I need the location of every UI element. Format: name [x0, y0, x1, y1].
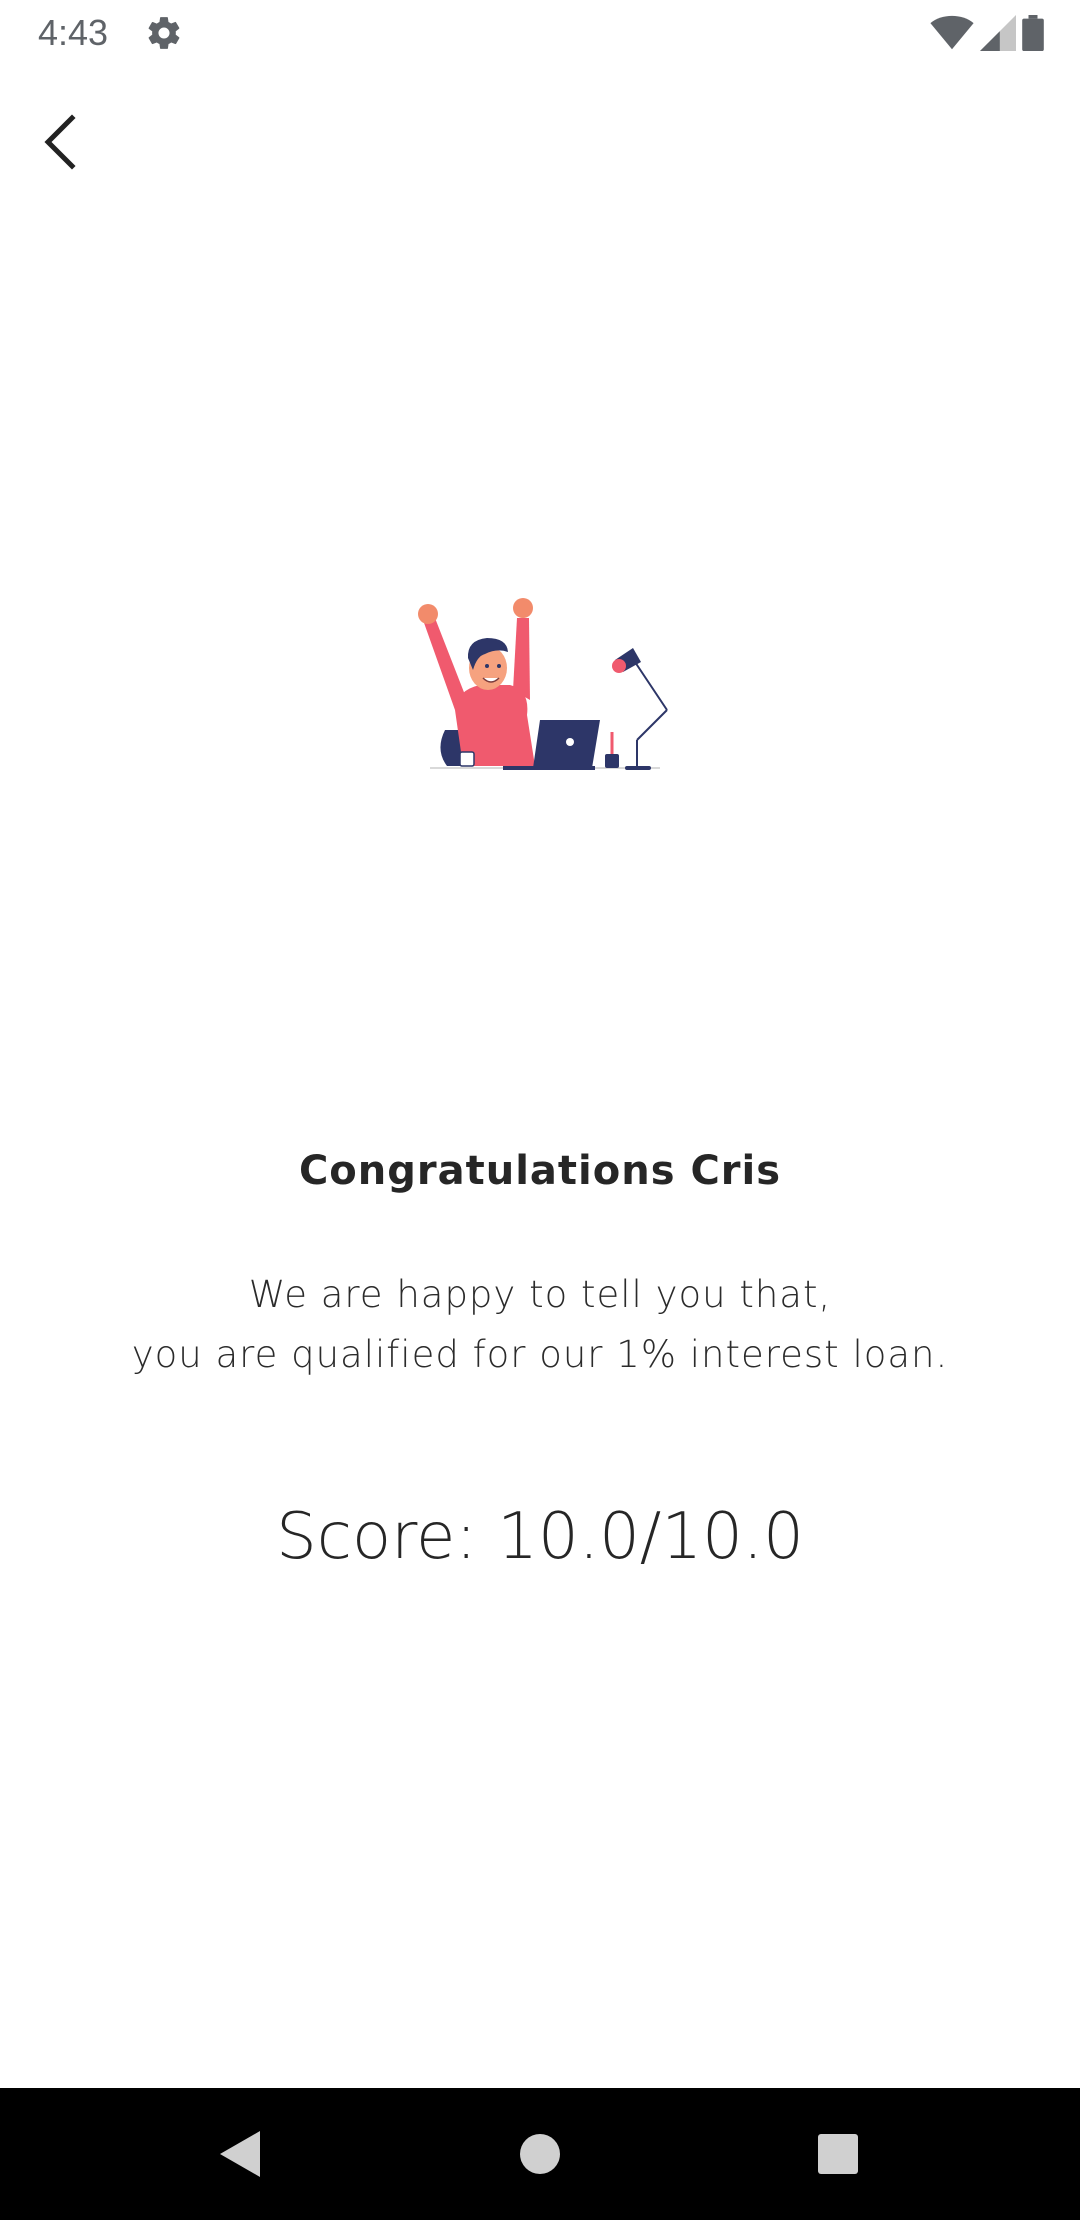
- nav-recents-button[interactable]: [802, 2118, 874, 2190]
- celebration-illustration: [418, 598, 668, 770]
- back-triangle-icon: [220, 2131, 260, 2177]
- message-line-1: We are happy to tell you that,: [248, 1273, 832, 1316]
- nav-back-button[interactable]: [204, 2118, 276, 2190]
- settings-gear-icon: [148, 17, 180, 49]
- status-bar: 4:43: [0, 0, 1080, 66]
- message-line-2: you are qualified for our 1% interest lo…: [131, 1333, 949, 1376]
- home-circle-icon: [520, 2134, 560, 2174]
- battery-icon: [1022, 15, 1044, 51]
- score-text: Score: 10.0/10.0: [276, 1500, 804, 1574]
- wifi-icon: [930, 15, 974, 50]
- qualification-message: We are happy to tell you that, you are q…: [0, 1265, 1080, 1385]
- system-nav-bar: [0, 2088, 1080, 2220]
- screen: 4:43 Congratulations Cris We are happy t…: [0, 0, 1080, 2220]
- nav-home-button[interactable]: [504, 2118, 576, 2190]
- chevron-left-icon: [44, 114, 76, 170]
- recents-square-icon: [818, 2134, 858, 2174]
- cellular-signal-icon: [980, 15, 1016, 51]
- back-button[interactable]: [28, 100, 92, 184]
- congratulations-title: Congratulations Cris: [298, 1148, 782, 1194]
- status-time: 4:43: [38, 12, 109, 53]
- status-icons: [930, 14, 1044, 52]
